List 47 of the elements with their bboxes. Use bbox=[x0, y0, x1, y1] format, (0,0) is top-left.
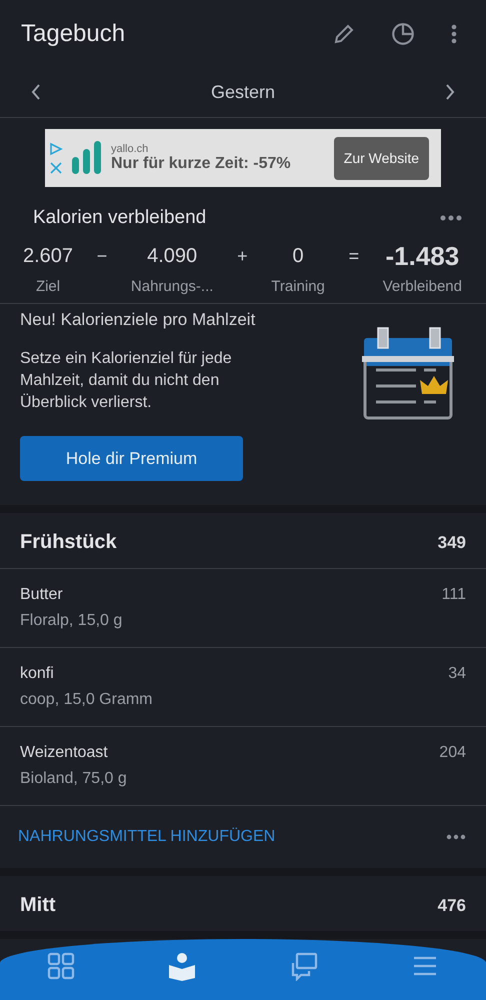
next-day-icon[interactable] bbox=[444, 83, 456, 102]
pie-chart-icon[interactable] bbox=[390, 20, 416, 47]
calorie-label: Training bbox=[271, 278, 325, 296]
more-icon[interactable] bbox=[440, 215, 462, 222]
meal-title: Mitt bbox=[20, 894, 56, 918]
calorie-value: 0 bbox=[292, 244, 304, 270]
meal-title: Frühstück bbox=[20, 531, 117, 554]
screen-title: Tagebuch bbox=[21, 20, 126, 48]
add-food-link[interactable]: NAHRUNGSMITTEL HINZUFÜGEN bbox=[18, 828, 276, 846]
meal-calories: 476 bbox=[438, 896, 466, 916]
signal-bars-icon bbox=[71, 141, 103, 176]
food-entry[interactable]: Weizentoast Bioland, 75,0 g 204 bbox=[0, 726, 486, 806]
more-icon[interactable] bbox=[450, 22, 458, 46]
calorie-value: 4.090 bbox=[147, 244, 198, 270]
website-button[interactable]: Zur Website bbox=[334, 136, 429, 180]
calorie-label: Ziel bbox=[36, 278, 60, 296]
food-name: konfi bbox=[20, 665, 55, 684]
premium-button[interactable]: Hole dir Premium bbox=[20, 436, 243, 482]
promo-title: Neu! Kalorienziele pro Mahlzeit bbox=[20, 310, 256, 330]
food-detail: Floralp, 15,0 g bbox=[20, 612, 122, 630]
ad-headline: Nur für kurze Zeit: -57% bbox=[111, 155, 292, 174]
ad-banner[interactable]: yallo.ch Nur für kurze Zeit: -57% Zur Website bbox=[45, 128, 441, 188]
operator: = bbox=[348, 245, 360, 268]
date-label[interactable]: Gestern bbox=[210, 82, 276, 103]
food-name: Weizentoast bbox=[20, 744, 109, 762]
food-calories: 111 bbox=[442, 586, 466, 606]
operator: + bbox=[237, 245, 248, 268]
food-name: Butter bbox=[20, 586, 64, 604]
calorie-value: -1.483 bbox=[385, 243, 460, 270]
food-entry[interactable]: Butter Floralp, 15,0 g 111 bbox=[0, 568, 486, 648]
more-icon[interactable] bbox=[446, 834, 466, 840]
food-detail: coop, 15,0 Gramm bbox=[20, 691, 152, 710]
calendar-crown-icon bbox=[362, 326, 454, 422]
reading-person-icon[interactable] bbox=[167, 950, 198, 981]
food-calories: 204 bbox=[439, 744, 466, 764]
food-detail: Bioland, 75,0 g bbox=[20, 770, 127, 788]
promo-text: Setze ein Kalorienziel für jede Mahlzeit, damit du nicht den Überblick verlierst. bbox=[20, 349, 233, 414]
section-title: Kalorien verbleibend bbox=[33, 207, 206, 230]
calorie-label: Nahrungs-... bbox=[130, 278, 214, 296]
operator: − bbox=[96, 245, 108, 268]
meal-calories: 349 bbox=[438, 532, 466, 553]
ad-domain: yallo.ch bbox=[111, 143, 150, 156]
food-calories: 34 bbox=[448, 665, 466, 684]
previous-day-icon[interactable] bbox=[30, 83, 42, 102]
food-entry[interactable]: konfi coop, 15,0 Gramm 34 bbox=[0, 647, 486, 726]
calorie-label: Verbleibend bbox=[382, 278, 462, 296]
calorie-value: 2.607 bbox=[23, 244, 74, 270]
